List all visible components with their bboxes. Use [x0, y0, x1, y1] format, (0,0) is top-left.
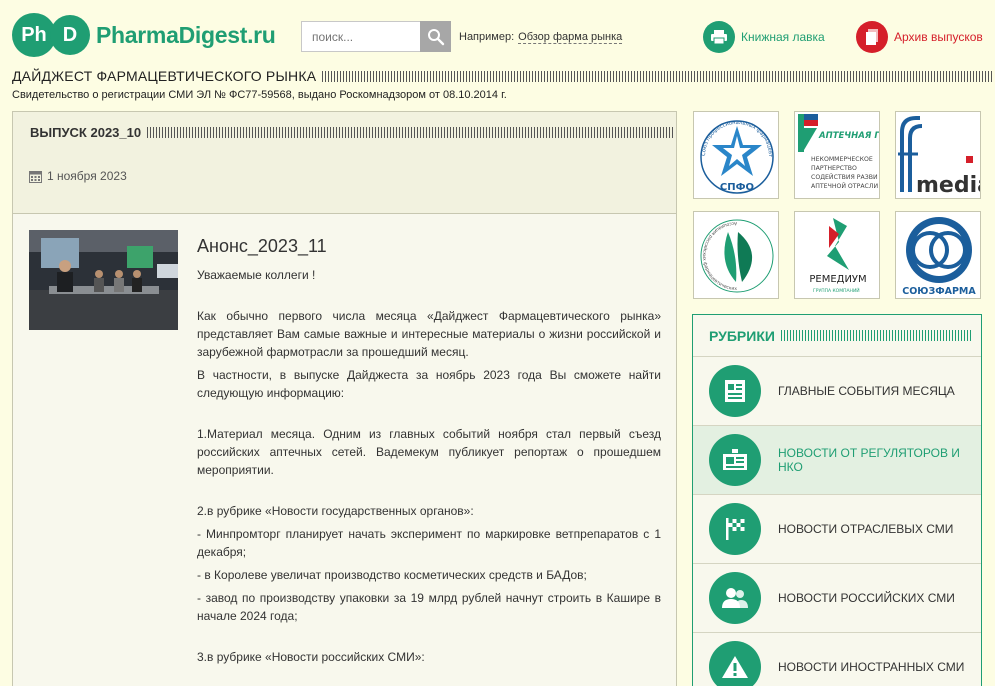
site-logo[interactable]: Ph D PharmaDigest.ru — [12, 13, 276, 57]
issue-header: ВЫПУСК 2023_10 1 ноября 2023 — [13, 112, 676, 214]
search-button[interactable] — [420, 21, 451, 52]
svg-text:media: media — [916, 173, 981, 198]
issue-date-text: 1 ноября 2023 — [47, 169, 127, 183]
rubric-item-regulators[interactable]: НОВОСТИ ОТ РЕГУЛЯТОРОВ И НКО — [693, 426, 981, 495]
svg-text:АПТЕЧНАЯ ГИЛЬДИЯ: АПТЕЧНАЯ ГИЛЬДИЯ — [818, 131, 880, 141]
rubrics-hatch-divider — [780, 330, 971, 341]
article-paragraph: - Минпромторг планирует начать экспериме… — [197, 527, 661, 559]
svg-text:ГРУППА КОМПАНИЙ: ГРУППА КОМПАНИЙ — [813, 287, 860, 294]
article-thumbnail[interactable] — [29, 230, 178, 330]
article-title[interactable]: Анонс_2023_11 — [197, 236, 327, 257]
warning-icon — [709, 641, 761, 686]
title-hatch-divider — [322, 70, 994, 82]
registration-note: Свидетельство о регистрации СМИ ЭЛ № ФС7… — [12, 89, 507, 101]
users-icon — [709, 572, 761, 624]
rubric-label: НОВОСТИ ОТРАСЛЕВЫХ СМИ — [778, 522, 954, 536]
document-icon — [709, 365, 761, 417]
site-title: ДАЙДЖЕСТ ФАРМАЦЕВТИЧЕСКОГО РЫНКА — [12, 68, 317, 84]
svg-text:АПТЕЧНОЙ ОТРАСЛИ: АПТЕЧНОЙ ОТРАСЛИ — [811, 181, 879, 190]
partner-remedium-logo[interactable]: РЕМЕДИУМ ГРУППА КОМПАНИЙ — [794, 211, 880, 299]
article-paragraph: - завод по производству упаковки за 19 м… — [197, 591, 661, 623]
search-icon — [427, 28, 444, 45]
issue-date: 1 ноября 2023 — [29, 169, 127, 183]
issue-title: ВЫПУСК 2023_10 — [30, 125, 142, 140]
partner-pharmacy-guild-logo[interactable]: АПТЕЧНАЯ ГИЛЬДИЯ НЕКОММЕРЧЕСКОЕ ПАРТНЕРС… — [794, 111, 880, 199]
checkered-flag-icon — [709, 503, 761, 555]
newspaper-icon — [709, 434, 761, 486]
svg-text:НЕКОММЕРЧЕСКОЕ: НЕКОММЕРЧЕСКОЕ — [811, 156, 873, 163]
partner-spfo-logo[interactable]: Союз профессиональных фармацевтических о… — [693, 111, 779, 199]
issue-hatch-divider — [147, 127, 675, 138]
archive-icon — [856, 21, 888, 53]
rubric-label: ГЛАВНЫЕ СОБЫТИЯ МЕСЯЦА — [778, 384, 955, 398]
rubric-item-foreign-media[interactable]: НОВОСТИ ИНОСТРАННЫХ СМИ — [693, 633, 981, 686]
article-paragraph: 2.в рубрике «Новости государственных орг… — [197, 504, 474, 518]
article-greeting: Уважаемые коллеги ! — [197, 268, 316, 282]
issue-title-bar: ВЫПУСК 2023_10 — [30, 125, 675, 140]
svg-text:СОДЕЙСТВИЯ РАЗВИ: СОДЕЙСТВИЯ РАЗВИ — [811, 172, 878, 181]
site-title-bar: ДАЙДЖЕСТ ФАРМАЦЕВТИЧЕСКОГО РЫНКА — [12, 68, 994, 84]
logo-d-badge: D — [50, 15, 90, 55]
main-content: ВЫПУСК 2023_10 1 ноября 2023 Анонс_2023_… — [12, 111, 677, 686]
article-paragraph: Как обычно первого числа месяца «Дайджес… — [197, 309, 661, 359]
rubric-item-industry-media[interactable]: НОВОСТИ ОТРАСЛЕВЫХ СМИ — [693, 495, 981, 564]
search-example-prefix: Например: — [459, 31, 515, 43]
books-link-label: Книжная лавка — [741, 30, 825, 44]
rubric-item-russian-media[interactable]: НОВОСТИ РОССИЙСКИХ СМИ — [693, 564, 981, 633]
rubrics-header: РУБРИКИ — [693, 315, 981, 357]
archive-link[interactable]: Архив выпусков — [856, 21, 983, 53]
search-form — [301, 21, 451, 52]
rubric-item-main-events[interactable]: ГЛАВНЫЕ СОБЫТИЯ МЕСЯЦА — [693, 357, 981, 426]
rubric-label: НОВОСТИ ОТ РЕГУЛЯТОРОВ И НКО — [778, 446, 960, 474]
search-input[interactable] — [301, 21, 420, 52]
article-paragraph: - в Королеве увеличат производство косме… — [197, 568, 587, 582]
article-paragraph: 3.в рубрике «Новости российских СМИ»: — [197, 650, 425, 664]
svg-text:ПАРТНЕРСТВО: ПАРТНЕРСТВО — [811, 165, 857, 172]
search-example-link[interactable]: Обзор фарма рынка — [518, 31, 623, 44]
svg-text:РЕМЕДИУМ: РЕМЕДИУМ — [809, 274, 866, 285]
calendar-icon — [29, 170, 42, 183]
search-example: Например: Обзор фарма рынка — [459, 31, 623, 44]
rubric-label: НОВОСТИ ИНОСТРАННЫХ СМИ — [778, 660, 965, 674]
article-paragraph: В частности, в выпуске Дайджеста за нояб… — [197, 368, 661, 400]
rubrics-title: РУБРИКИ — [709, 327, 775, 344]
svg-text:СПФО: СПФО — [720, 182, 754, 193]
svg-text:СОЮЗФАРМА: СОЮЗФАРМА — [902, 286, 976, 297]
archive-link-label: Архив выпусков — [894, 30, 983, 44]
article-paragraph: 1.Материал месяца. Одним из главных собы… — [197, 427, 661, 477]
rubrics-panel: РУБРИКИ ГЛАВНЫЕ СОБЫТИЯ МЕСЯЦА НОВОСТИ О… — [692, 314, 982, 686]
books-link[interactable]: Книжная лавка — [703, 21, 825, 53]
printer-icon — [703, 21, 735, 53]
site-name: PharmaDigest.ru — [96, 21, 276, 48]
rubric-label: НОВОСТИ РОССИЙСКИХ СМИ — [778, 591, 955, 605]
article-body: Уважаемые коллеги ! Как обычно первого ч… — [197, 266, 661, 671]
partner-ff-media-logo[interactable]: media — [895, 111, 981, 199]
partner-association-logo[interactable]: Ассоциация российских фармацевтических п… — [693, 211, 779, 299]
partner-soyuzfarma-logo[interactable]: СОЮЗФАРМА — [895, 211, 981, 299]
